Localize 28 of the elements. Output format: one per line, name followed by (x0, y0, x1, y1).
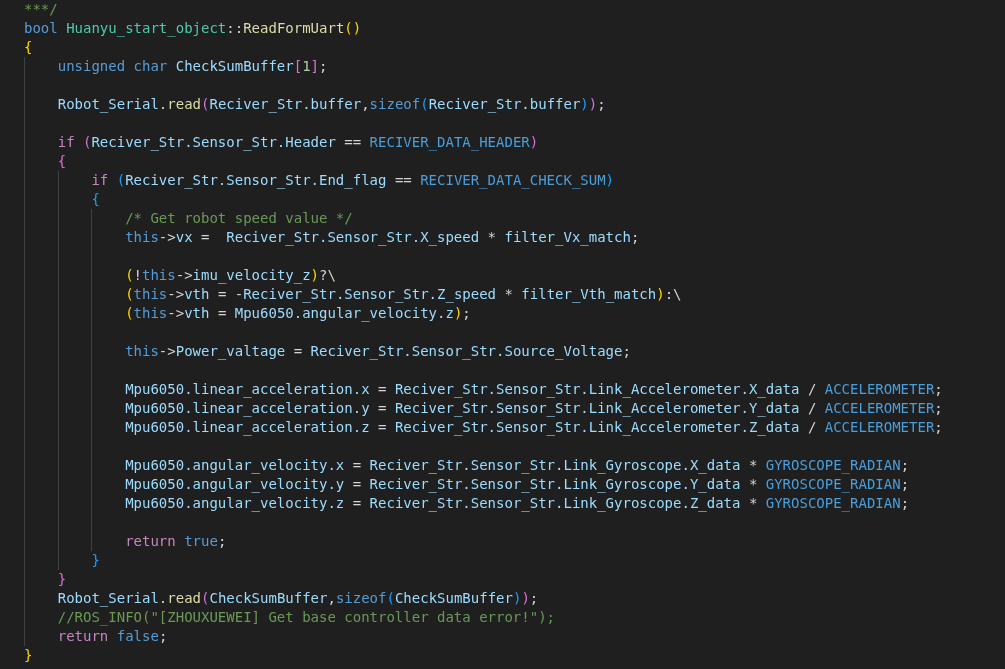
code-line: Mpu6050.angular_velocity.y = Reciver_Str.Sensor_Str.Link_Gyroscope.Y_data * GYROSCOPE_RADIAN; (125, 475, 910, 494)
code-line: } (57, 570, 67, 589)
code-line: { (57, 152, 67, 171)
code-line: Mpu6050.angular_velocity.x = Reciver_Str.Sensor_Str.Link_Gyroscope.X_data * GYROSCOPE_RADIAN; (125, 456, 910, 475)
code-line: return false; (57, 627, 168, 646)
code-line: this->Power_valtage = Reciver_Str.Sensor_Str.Source_Voltage; (125, 342, 631, 361)
code-line: Mpu6050.angular_velocity.z = Reciver_Str.Sensor_Str.Link_Gyroscope.Z_data * GYROSCOPE_RADIAN; (125, 494, 910, 513)
code-line: bool Huanyu_start_object::ReadFormUart() (24, 19, 362, 38)
code-line: return true; (125, 532, 227, 551)
code-line: Robot_Serial.read(Reciver_Str.buffer,sizeof(Reciver_Str.buffer)); (57, 95, 606, 114)
code-line: Robot_Serial.read(CheckSumBuffer,sizeof(CheckSumBuffer)); (57, 589, 539, 608)
code-line: if (Reciver_Str.Sensor_Str.End_flag == RECIVER_DATA_CHECK_SUM) (91, 171, 615, 190)
code-line: ***/ (24, 0, 58, 19)
code-line: { (24, 38, 33, 57)
code-line: Mpu6050.linear_acceleration.x = Reciver_Str.Sensor_Str.Link_Accelerometer.X_data / ACCELEROMETER; (125, 380, 943, 399)
code-line: unsigned char CheckSumBuffer[1]; (57, 57, 328, 76)
code-line: this->vx = Reciver_Str.Sensor_Str.X_speed * filter_Vx_match; (125, 228, 640, 247)
code-line: /* Get robot speed value */ (125, 209, 353, 228)
code-line: (!this->imu_velocity_z)?\ (125, 266, 336, 285)
code-line: } (91, 551, 100, 570)
code-line: (this->vth = -Reciver_Str.Sensor_Str.Z_speed * filter_Vth_match):\ (125, 285, 682, 304)
code-line: (this->vth = Mpu6050.angular_velocity.z); (125, 304, 471, 323)
code-line: if (Reciver_Str.Sensor_Str.Header == RECIVER_DATA_HEADER) (57, 133, 539, 152)
code-line: } (24, 646, 33, 665)
code-line: Mpu6050.linear_acceleration.z = Reciver_Str.Sensor_Str.Link_Accelerometer.Z_data / ACCELEROMETER; (125, 418, 943, 437)
code-line: { (91, 190, 100, 209)
code-line: Mpu6050.linear_acceleration.y = Reciver_Str.Sensor_Str.Link_Accelerometer.Y_data / ACCELEROMETER; (125, 399, 943, 418)
code-line: //ROS_INFO("[ZHOUXUEWEI] Get base controller data error!"); (57, 608, 555, 627)
